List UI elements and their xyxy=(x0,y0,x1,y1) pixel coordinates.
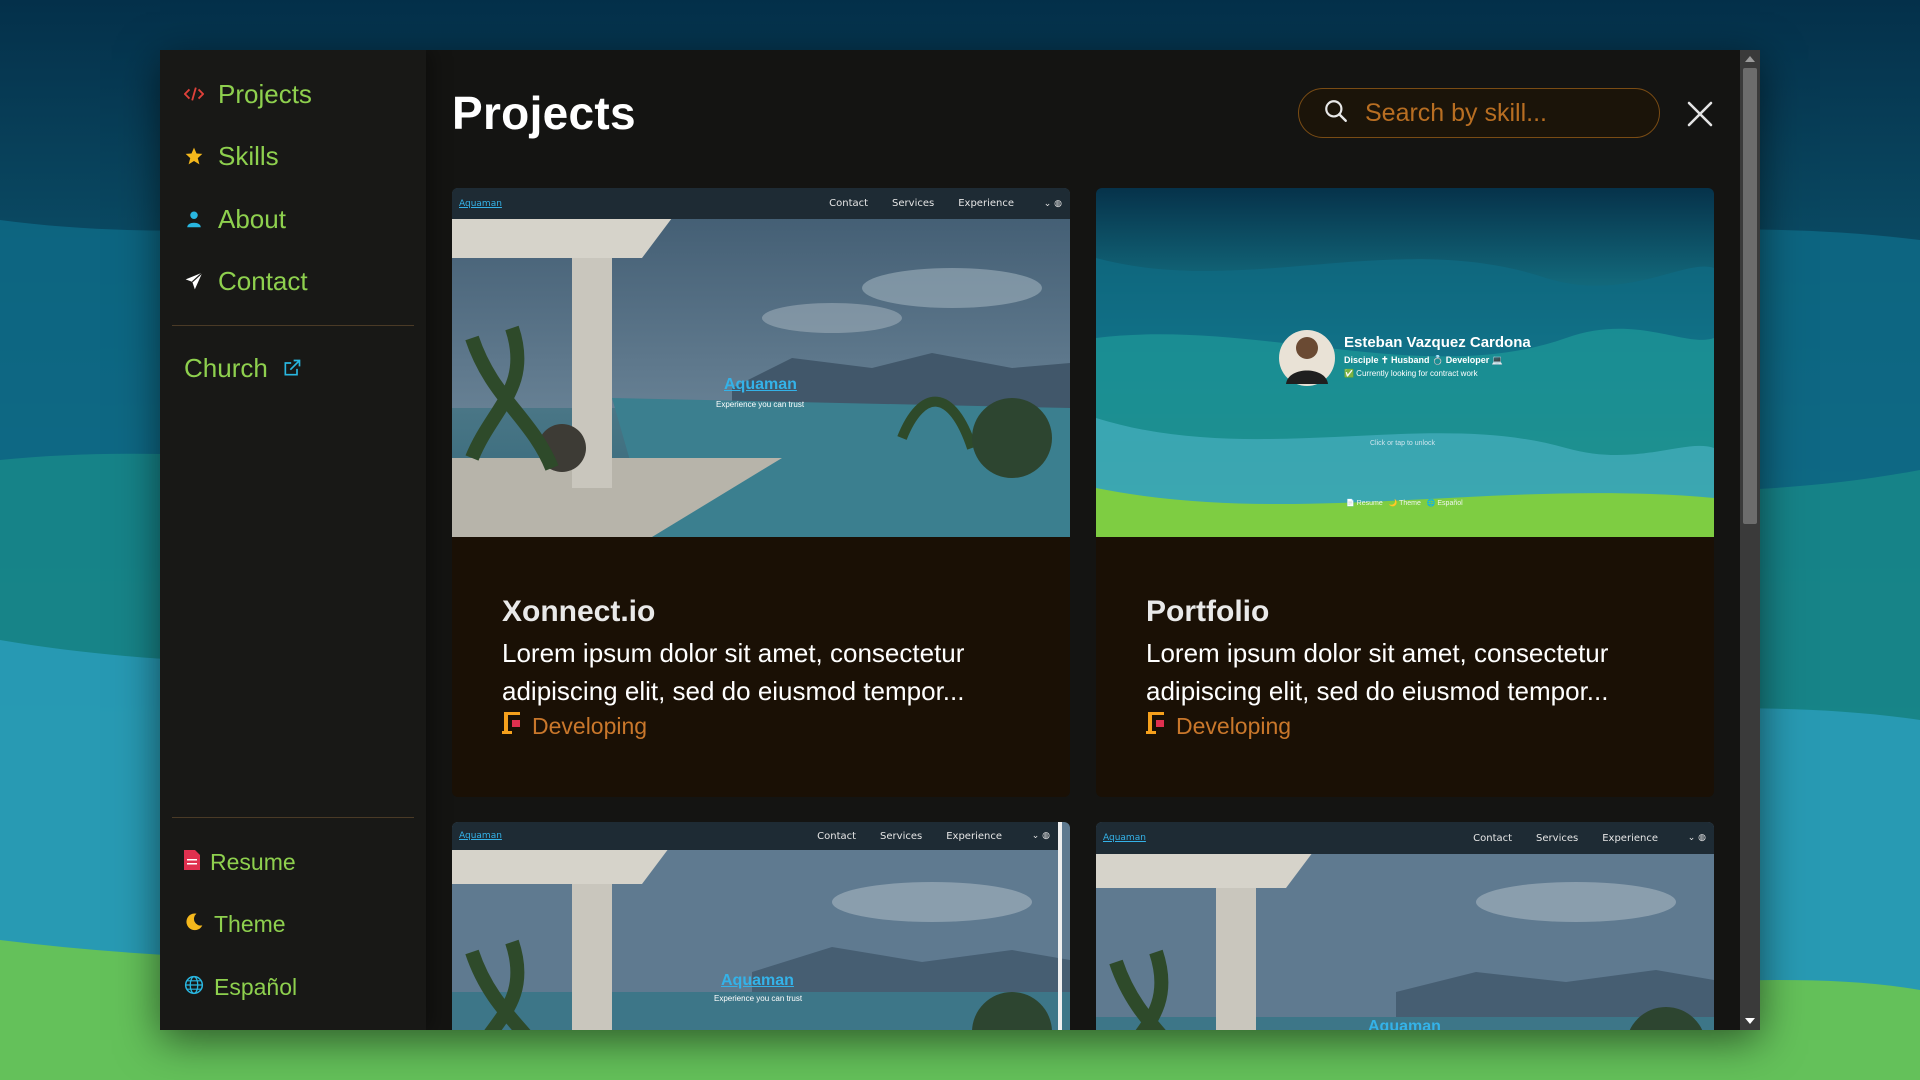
preview-link: Contact xyxy=(817,830,857,842)
preview-tagline: Experience you can trust xyxy=(714,994,803,1003)
preview-link: Experience xyxy=(1602,832,1658,844)
search-bar[interactable] xyxy=(1298,88,1660,138)
scroll-down-arrow-icon[interactable] xyxy=(1745,1018,1755,1024)
person-icon xyxy=(184,209,204,229)
project-card-xonnect[interactable]: Aquaman Contact Services Experience ⌄ ◍ … xyxy=(452,188,1070,797)
preview-link: Contact xyxy=(829,198,869,209)
sidebar-item-label: About xyxy=(218,203,286,234)
sidebar-item-resume[interactable]: Resume xyxy=(184,844,296,880)
sidebar-item-label: Contact xyxy=(218,265,308,296)
sidebar-item-label: Church xyxy=(184,352,268,383)
sidebar-item-skills[interactable]: Skills xyxy=(184,136,279,176)
preview-link: Experience xyxy=(958,198,1014,209)
scrollbar[interactable] xyxy=(1740,50,1760,1030)
preview-tagline: Experience you can trust xyxy=(716,400,805,409)
preview-name: Esteban Vazquez Cardona xyxy=(1344,334,1531,351)
preview-logo: Aquaman xyxy=(459,831,502,841)
star-icon xyxy=(184,146,204,166)
close-icon xyxy=(1687,101,1713,127)
project-title: Xonnect.io xyxy=(502,595,656,628)
external-link-icon xyxy=(282,358,302,378)
globe-icon xyxy=(184,974,204,1001)
sidebar-item-label: Projects xyxy=(218,78,312,109)
sidebar-item-label: Resume xyxy=(210,848,296,875)
preview-brand: Aquaman xyxy=(1368,1018,1441,1030)
sidebar-item-label: Skills xyxy=(218,140,279,171)
preview-navbar: Aquaman Contact Services Experience ⌄ ◍ xyxy=(452,188,1070,219)
preview-navbar: Aquaman Contact Services Experience ⌄ ◍ xyxy=(1096,822,1714,854)
preview-hint: Click or tap to unlock xyxy=(1370,440,1435,447)
project-description: Lorem ipsum dolor sit amet, consectetur … xyxy=(502,638,965,706)
preview-availability: ✅ Currently looking for contract work xyxy=(1344,369,1478,378)
sidebar-item-about[interactable]: About xyxy=(184,199,286,239)
preview-navbar: Aquaman Contact Services Experience ⌄ ◍ xyxy=(452,822,1058,850)
sidebar-item-church[interactable]: Church xyxy=(184,348,302,388)
moon-icon xyxy=(184,911,204,938)
project-preview-image: Aquaman Contact Services Experience ⌄ ◍ … xyxy=(452,822,1070,1030)
preview-link: Services xyxy=(880,830,923,842)
construction-crane-icon xyxy=(1146,712,1166,740)
preview-link: Experience xyxy=(946,830,1002,842)
sidebar-item-label: Theme xyxy=(214,910,286,937)
sidebar-divider xyxy=(172,325,414,326)
code-icon xyxy=(184,84,204,104)
preview-logo: Aquaman xyxy=(1103,833,1146,843)
sidebar-item-language[interactable]: Español xyxy=(184,969,297,1005)
project-preview-image: Esteban Vazquez Cardona Disciple ✝ Husba… xyxy=(1096,188,1714,537)
sidebar-item-label: Español xyxy=(214,973,298,1000)
preview-link: Services xyxy=(1536,832,1579,844)
preview-link: Contact xyxy=(1473,832,1513,844)
preview-logo: Aquaman xyxy=(459,198,502,209)
preview-brand: Aquaman xyxy=(724,376,797,393)
scroll-thumb[interactable] xyxy=(1743,68,1757,524)
construction-crane-icon xyxy=(502,712,522,740)
preview-toolbar-icons: ⌄ ◍ xyxy=(1043,198,1062,209)
preview-toolbar-icons: ⌄ ◍ xyxy=(1687,833,1706,843)
project-status-label: Developing xyxy=(1176,712,1292,739)
project-preview-image: Aquaman Contact Services Experience ⌄ ◍ … xyxy=(452,188,1070,537)
search-input[interactable] xyxy=(1365,98,1645,128)
sidebar-divider-bottom xyxy=(172,817,414,818)
project-card-portfolio[interactable]: Esteban Vazquez Cardona Disciple ✝ Husba… xyxy=(1096,188,1714,797)
scroll-up-arrow-icon[interactable] xyxy=(1745,56,1755,62)
projects-panel: Projects Search by skill... Aquaman Cont… xyxy=(426,50,1740,1030)
sidebar-item-contact[interactable]: Contact xyxy=(184,261,308,301)
document-icon xyxy=(184,849,200,876)
project-description: Lorem ipsum dolor sit amet, consectetur … xyxy=(1146,638,1609,706)
project-card[interactable]: Aquaman Contact Services Experience ⌄ ◍ … xyxy=(1096,822,1714,1030)
project-title: Portfolio xyxy=(1146,595,1270,628)
project-preview-image: Aquaman Contact Services Experience ⌄ ◍ … xyxy=(1096,822,1714,1030)
close-button[interactable] xyxy=(1684,98,1716,130)
project-status: Developing xyxy=(1146,712,1291,740)
preview-link: Services xyxy=(892,198,935,209)
project-status-label: Developing xyxy=(532,712,648,739)
paper-plane-icon xyxy=(184,271,204,291)
preview-roles: Disciple ✝ Husband 💍 Developer 💻 xyxy=(1344,355,1503,365)
project-status: Developing xyxy=(502,712,647,740)
projects-modal: Projects Skills About Contact Church Res… xyxy=(160,50,1760,1030)
sidebar: Projects Skills About Contact Church Res… xyxy=(160,50,426,1030)
page-title: Projects xyxy=(452,87,636,139)
preview-brand: Aquaman xyxy=(721,972,794,989)
preview-footer: 📄 Resume 🌙 Theme 🌐 Español xyxy=(1346,500,1463,507)
sidebar-item-projects[interactable]: Projects xyxy=(184,74,312,114)
project-card[interactable]: Aquaman Contact Services Experience ⌄ ◍ … xyxy=(452,822,1070,1030)
preview-toolbar-icons: ⌄ ◍ xyxy=(1031,831,1050,841)
search-icon xyxy=(1323,98,1349,129)
sidebar-item-theme[interactable]: Theme xyxy=(184,906,286,942)
